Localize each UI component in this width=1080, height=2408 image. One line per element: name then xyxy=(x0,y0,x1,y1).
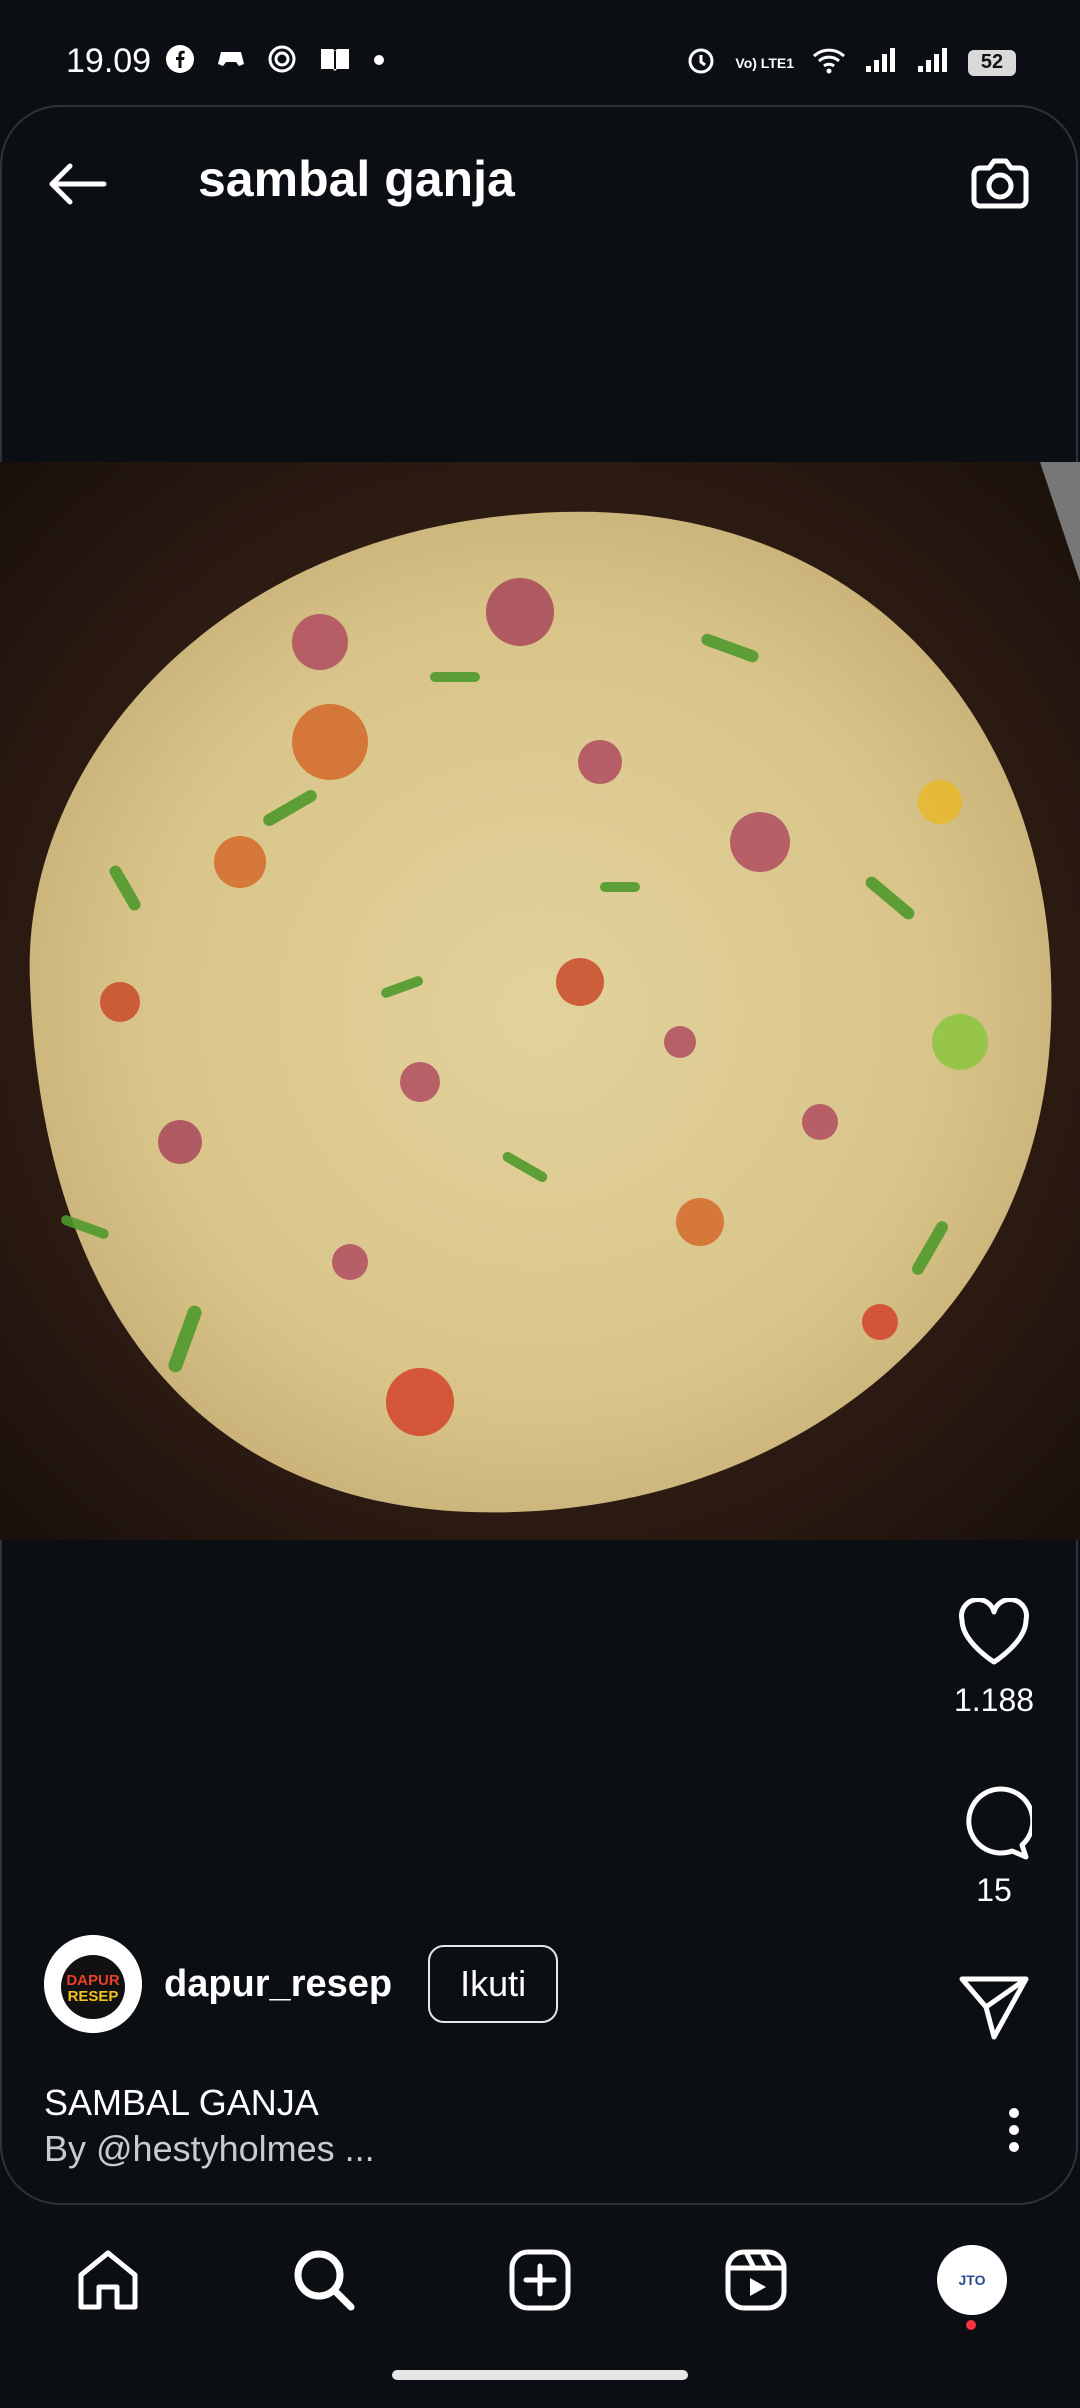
author-avatar[interactable]: DAPUR RESEP xyxy=(44,1935,142,2033)
status-left-icons xyxy=(165,44,385,79)
book-icon xyxy=(319,45,351,78)
comment-action: 15 xyxy=(934,1778,1054,1909)
caption-credit: By @hestyholmes ... xyxy=(44,2128,375,2169)
comment-button[interactable] xyxy=(934,1778,1054,1868)
status-bar: 19.09 Vo) LTE1 52 xyxy=(0,0,1080,105)
status-time: 19.09 xyxy=(66,42,152,80)
camera-button[interactable] xyxy=(964,148,1036,220)
volte-icon: Vo) LTE1 xyxy=(735,54,794,71)
like-count: 1.188 xyxy=(953,1682,1035,1718)
food-photo xyxy=(0,462,1080,1540)
nav-create[interactable] xyxy=(480,2220,600,2340)
add-icon xyxy=(509,2249,571,2311)
reels-icon xyxy=(725,2249,787,2311)
dot-icon xyxy=(373,53,385,71)
comment-icon xyxy=(966,1786,1032,1860)
alarm-icon xyxy=(685,44,717,81)
nav-profile[interactable]: JTO xyxy=(912,2220,1032,2340)
author-row: DAPUR RESEP dapur_resep Ikuti xyxy=(44,1935,559,2033)
page-title: sambal ganja xyxy=(198,151,515,207)
svg-text:DAPUR: DAPUR xyxy=(66,1972,120,1989)
home-icon xyxy=(78,2250,138,2310)
nav-search[interactable] xyxy=(264,2220,384,2340)
share-button[interactable] xyxy=(934,1962,1054,2052)
caption-title: SAMBAL GANJA xyxy=(44,2082,319,2123)
facebook-icon xyxy=(165,44,195,79)
battery-indicator: 52 xyxy=(968,49,1016,76)
back-button[interactable] xyxy=(40,148,112,220)
author-username[interactable]: dapur_resep xyxy=(164,1963,392,2006)
home-indicator[interactable] xyxy=(392,2370,688,2380)
signal2-icon xyxy=(916,46,950,79)
wifi-icon xyxy=(812,46,846,79)
post-caption[interactable]: SAMBAL GANJA By @hestyholmes ... xyxy=(44,2080,375,2172)
svg-text:RESEP: RESEP xyxy=(68,1988,119,2005)
more-vertical-icon xyxy=(1009,2108,1019,2152)
profile-avatar: JTO xyxy=(937,2245,1007,2315)
nav-home[interactable] xyxy=(48,2220,168,2340)
like-button[interactable] xyxy=(934,1588,1054,1678)
share-action xyxy=(934,1962,1054,2052)
send-icon xyxy=(959,1976,1029,2040)
signal-icon xyxy=(864,46,898,79)
bottom-nav: JTO xyxy=(0,2210,1080,2350)
follow-button[interactable]: Ikuti xyxy=(428,1945,559,2023)
like-action: 1.188 xyxy=(934,1588,1054,1719)
camera-icon xyxy=(971,158,1029,209)
status-right-icons: Vo) LTE1 52 xyxy=(685,44,1016,81)
arrow-left-icon xyxy=(49,163,107,205)
heart-icon xyxy=(959,1598,1029,1665)
target-icon xyxy=(267,44,297,79)
dapur-resep-logo: DAPUR RESEP xyxy=(44,1935,142,2033)
post-image[interactable] xyxy=(0,462,1080,1540)
comment-count: 15 xyxy=(976,1872,1012,1908)
search-icon xyxy=(294,2250,355,2311)
notification-dot xyxy=(966,2320,976,2330)
nav-reels[interactable] xyxy=(696,2220,816,2340)
game-icon xyxy=(217,48,245,75)
more-options-button[interactable] xyxy=(994,2100,1034,2160)
